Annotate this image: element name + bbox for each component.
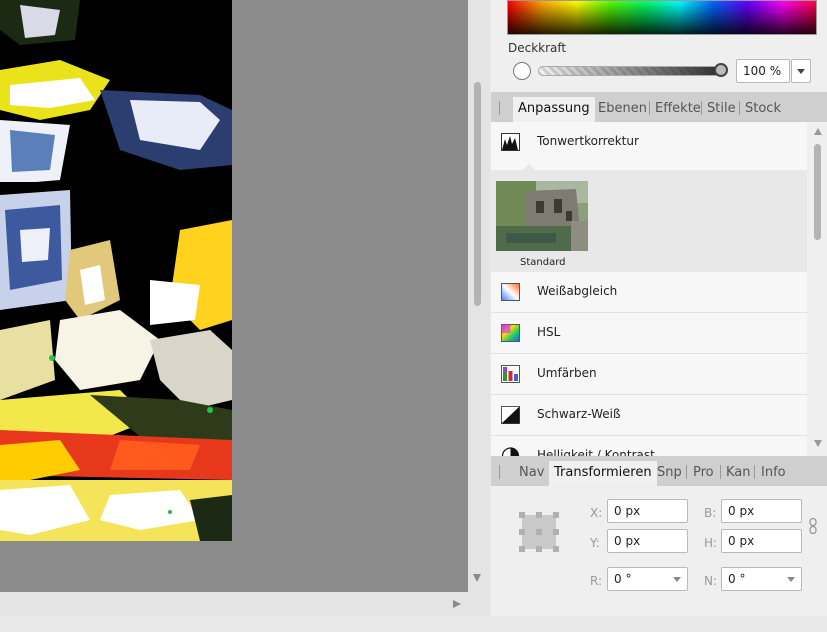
adjustment-item-black-white[interactable]: Schwarz-Weiß bbox=[491, 395, 807, 436]
hsl-icon-graphic bbox=[501, 324, 520, 342]
white-balance-icon-graphic bbox=[501, 283, 520, 301]
levels-icon bbox=[501, 133, 520, 151]
tab-ebenen[interactable]: Ebenen bbox=[598, 97, 647, 122]
document-image[interactable] bbox=[0, 0, 232, 541]
adjustment-item-hsl[interactable]: HSL bbox=[491, 313, 807, 354]
black-white-icon-graphic bbox=[501, 406, 520, 424]
adjustment-label: Helligkeit / Kontrast bbox=[537, 448, 655, 456]
tab-stock[interactable]: Stock bbox=[745, 97, 781, 122]
chevron-down-icon bbox=[797, 69, 805, 74]
preset-area: Standard bbox=[491, 170, 807, 272]
y-label: Y: bbox=[590, 536, 600, 550]
canvas-horizontal-scrollbar[interactable] bbox=[0, 592, 468, 616]
opacity-slider[interactable] bbox=[538, 66, 728, 76]
link-aspect-icon[interactable] bbox=[809, 517, 817, 535]
tab-effekte[interactable]: Effekte bbox=[655, 97, 701, 122]
scroll-thumb[interactable] bbox=[474, 82, 481, 306]
x-label: X: bbox=[590, 506, 603, 520]
tab-anpassung[interactable]: Anpassung bbox=[513, 97, 595, 122]
scroll-down-arrow-icon[interactable] bbox=[473, 574, 481, 582]
scroll-thumb[interactable] bbox=[814, 144, 821, 240]
studio-tab-bar: Anpassung Ebenen Effekte Stile Stock bbox=[491, 92, 827, 122]
tab-transformieren[interactable]: Transformieren bbox=[549, 461, 657, 486]
height-input[interactable]: 0 px bbox=[721, 529, 802, 553]
scroll-up-arrow-icon[interactable] bbox=[814, 128, 822, 135]
chain-link-graphic bbox=[809, 517, 817, 535]
transform-tab-bar: Nav Transformieren Snp Pro Kan Info bbox=[491, 456, 827, 486]
rotation-input[interactable]: 0 ° bbox=[607, 567, 688, 591]
tab-grip bbox=[499, 465, 500, 479]
adjustment-item-recolor[interactable]: Umfärben bbox=[491, 354, 807, 395]
canvas-area[interactable] bbox=[0, 0, 468, 592]
anchor-selector-icon[interactable] bbox=[519, 512, 559, 552]
levels-icon-graphic bbox=[501, 133, 520, 151]
opacity-dropdown-button[interactable] bbox=[791, 59, 811, 83]
no-color-swatch[interactable] bbox=[513, 62, 531, 80]
preset-thumbnail-image bbox=[496, 181, 588, 251]
black-white-icon bbox=[501, 406, 520, 424]
adjustment-label: Schwarz-Weiß bbox=[537, 407, 621, 421]
tab-nav[interactable]: Nav bbox=[519, 461, 544, 486]
canvas-vertical-scrollbar[interactable] bbox=[468, 0, 490, 616]
color-spectrum[interactable] bbox=[507, 0, 817, 35]
width-label: B: bbox=[704, 506, 717, 520]
chevron-down-icon bbox=[673, 577, 681, 582]
hsl-icon bbox=[501, 324, 520, 342]
recolor-icon bbox=[501, 365, 520, 383]
rotation-value: 0 ° bbox=[614, 572, 632, 586]
scroll-down-arrow-icon[interactable] bbox=[814, 440, 822, 447]
tab-stile[interactable]: Stile bbox=[707, 97, 736, 122]
tab-separator bbox=[754, 465, 755, 479]
white-balance-icon bbox=[501, 283, 520, 301]
adjustment-item-white-balance[interactable]: Weißabgleich bbox=[491, 272, 807, 313]
brightness-contrast-icon-graphic bbox=[501, 447, 520, 456]
opacity-slider-handle[interactable] bbox=[714, 63, 728, 77]
tab-separator bbox=[649, 101, 650, 115]
chevron-down-icon bbox=[787, 577, 795, 582]
adjustment-item-levels[interactable]: Tonwertkorrektur bbox=[491, 122, 807, 171]
opacity-label: Deckkraft bbox=[508, 41, 567, 55]
preset-label: Standard bbox=[520, 257, 566, 268]
adjustment-item-brightness-contrast[interactable]: Helligkeit / Kontrast bbox=[491, 436, 807, 456]
tab-separator bbox=[701, 101, 702, 115]
adjustment-list: Tonwertkorrektur Standard Weißabgleich H… bbox=[491, 122, 827, 456]
scroll-right-arrow-icon[interactable] bbox=[453, 600, 461, 608]
tab-grip bbox=[499, 101, 500, 115]
tab-separator bbox=[686, 465, 687, 479]
anchor-grid-graphic bbox=[519, 512, 559, 552]
studio-panel: Deckkraft 100 % Anpassung Ebenen Effekte… bbox=[491, 0, 827, 616]
transform-panel: X: 0 px Y: 0 px B: 0 px H: 0 px R: 0 ° N… bbox=[491, 486, 827, 616]
width-input[interactable]: 0 px bbox=[721, 499, 802, 523]
tab-snp[interactable]: Snp bbox=[657, 461, 682, 486]
photo-content bbox=[0, 0, 232, 541]
adjustment-label: Tonwertkorrektur bbox=[537, 134, 639, 148]
y-position-input[interactable]: 0 px bbox=[607, 529, 688, 553]
tab-info[interactable]: Info bbox=[761, 461, 786, 486]
adjustment-label: Umfärben bbox=[537, 366, 597, 380]
shear-label: N: bbox=[704, 574, 718, 588]
tab-separator bbox=[739, 101, 740, 115]
shear-input[interactable]: 0 ° bbox=[721, 567, 802, 591]
adjustment-list-scrollbar[interactable] bbox=[809, 122, 827, 456]
adjustment-label: HSL bbox=[537, 325, 561, 339]
tab-separator bbox=[720, 465, 721, 479]
opacity-input[interactable]: 100 % bbox=[736, 59, 790, 83]
adjustment-label: Weißabgleich bbox=[537, 284, 618, 298]
x-position-input[interactable]: 0 px bbox=[607, 499, 688, 523]
status-bar bbox=[0, 616, 827, 632]
tab-pro[interactable]: Pro bbox=[693, 461, 714, 486]
preset-thumbnail[interactable] bbox=[496, 181, 588, 251]
brightness-contrast-icon bbox=[501, 447, 520, 456]
recolor-icon-graphic bbox=[501, 365, 520, 383]
rotation-label: R: bbox=[590, 574, 603, 588]
shear-value: 0 ° bbox=[728, 572, 746, 586]
tab-kan[interactable]: Kan bbox=[726, 461, 751, 486]
height-label: H: bbox=[704, 536, 718, 550]
